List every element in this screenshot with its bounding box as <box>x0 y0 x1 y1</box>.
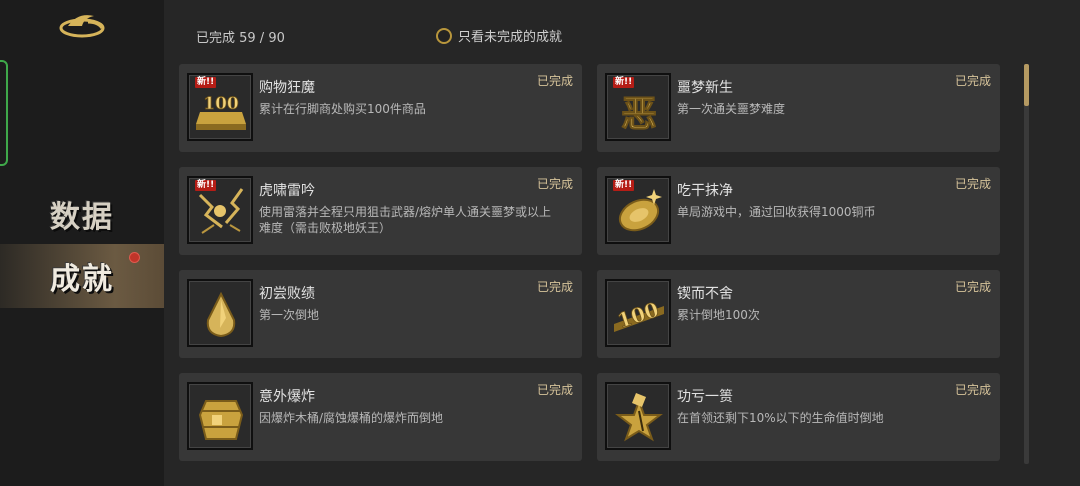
achievement-status: 已完成 <box>536 177 573 191</box>
achievement-icon-frame: 新!! 100 <box>187 73 253 141</box>
achievement-icon-frame <box>187 279 253 347</box>
achievement-card[interactable]: 新!! 100 购物狂魔 累计在行脚商处购买100件商品 已完成 <box>179 64 582 152</box>
achievement-card[interactable]: 新!! 虎啸雷吟 使用雷落并全程只用狙击武器/熔炉单人通关噩梦或以上难度（需击败… <box>179 167 582 255</box>
achievement-status: 已完成 <box>954 177 991 191</box>
scrollbar-thumb[interactable] <box>1024 64 1029 106</box>
scrollbar-track[interactable] <box>1024 64 1029 464</box>
new-badge: 新!! <box>195 77 217 88</box>
achievement-desc: 累计在行脚商处购买100件商品 <box>259 102 426 116</box>
sidebar-item-label: 数据 <box>50 200 114 235</box>
achievement-status: 已完成 <box>954 74 991 88</box>
achievement-icon-frame: 新!! <box>187 176 253 244</box>
new-badge: 新!! <box>195 180 217 191</box>
game-logo-icon <box>59 15 105 38</box>
achievement-card[interactable]: 功亏一篑 在首领还剩下10%以下的生命值时倒地 已完成 <box>597 373 1000 461</box>
sidebar-item-achievements[interactable]: 成就 <box>0 244 164 308</box>
achievement-status: 已完成 <box>954 383 991 397</box>
achievement-icon-frame: 新!! 恶 <box>605 73 671 141</box>
icon-text: 恶 <box>621 93 657 135</box>
achievement-card[interactable]: 新!! 吃干抹净 单局游戏中，通过回收获得1000铜币 已完成 <box>597 167 1000 255</box>
achievement-status: 已完成 <box>536 383 573 397</box>
achievement-icon-frame <box>605 382 671 450</box>
achievement-desc: 在首领还剩下10%以下的生命值时倒地 <box>677 411 884 425</box>
achievement-title: 意外爆炸 <box>259 389 315 405</box>
completion-counter: 已完成 59 / 90 <box>196 31 285 46</box>
achievement-icon-frame <box>187 382 253 450</box>
icon-text: 100 <box>615 297 662 333</box>
achievement-card[interactable]: 意外爆炸 因爆炸木桶/腐蚀爆桶的爆炸而倒地 已完成 <box>179 373 582 461</box>
notification-dot <box>129 252 140 263</box>
achievement-title: 虎啸雷吟 <box>259 183 315 199</box>
broken-star-icon <box>615 393 663 442</box>
radio-button[interactable] <box>436 27 452 44</box>
achievement-desc: 第一次倒地 <box>259 308 320 322</box>
achievement-desc: 单局游戏中，通过回收获得1000铜币 <box>677 205 876 219</box>
achievement-card[interactable]: 100 锲而不舍 累计倒地100次 已完成 <box>597 270 1000 358</box>
achievement-card[interactable]: 新!! 恶 噩梦新生 第一次通关噩梦难度 已完成 <box>597 64 1000 152</box>
gold-barrel-icon <box>198 400 244 440</box>
achievement-desc: 使用雷落并全程只用狙击武器/熔炉单人通关噩梦或以上难度（需击败极地妖王） <box>259 205 552 235</box>
incomplete-only-filter[interactable]: 只看未完成的成就 <box>436 26 562 45</box>
icon-text: 100 <box>203 94 239 114</box>
gold-drop-icon <box>206 291 236 338</box>
achievement-title: 锲而不舍 <box>677 286 733 302</box>
achievement-desc: 因爆炸木桶/腐蚀爆桶的爆炸而倒地 <box>259 411 444 425</box>
achievement-desc: 第一次通关噩梦难度 <box>677 102 786 116</box>
achievement-title: 吃干抹净 <box>677 183 733 199</box>
sidebar: 数据 成就 <box>0 0 164 486</box>
sidebar-item-data[interactable]: 数据 <box>0 182 164 246</box>
achievement-icon-frame: 100 <box>605 279 671 347</box>
filter-label: 只看未完成的成就 <box>458 30 563 45</box>
achievement-title: 初尝败绩 <box>259 286 315 302</box>
achievement-desc: 累计倒地100次 <box>677 308 760 322</box>
achievements-panel: 已完成 59 / 90 只看未完成的成就 新!! 100 购物狂魔 累计在行脚商… <box>164 0 1080 486</box>
achievement-icon-frame: 新!! <box>605 176 671 244</box>
gold-100-plate-icon: 100 <box>614 297 664 333</box>
new-badge: 新!! <box>613 180 635 191</box>
sidebar-item-label: 成就 <box>50 262 114 297</box>
achievement-title: 购物狂魔 <box>259 80 315 96</box>
achievement-status: 已完成 <box>536 280 573 294</box>
achievement-card[interactable]: 初尝败绩 第一次倒地 已完成 <box>179 270 582 358</box>
new-badge: 新!! <box>613 77 635 88</box>
achievement-status: 已完成 <box>954 280 991 294</box>
achievement-title: 噩梦新生 <box>677 80 733 96</box>
side-panel-edge[interactable] <box>0 60 8 166</box>
achievement-title: 功亏一篑 <box>677 389 733 405</box>
achievement-status: 已完成 <box>536 74 573 88</box>
